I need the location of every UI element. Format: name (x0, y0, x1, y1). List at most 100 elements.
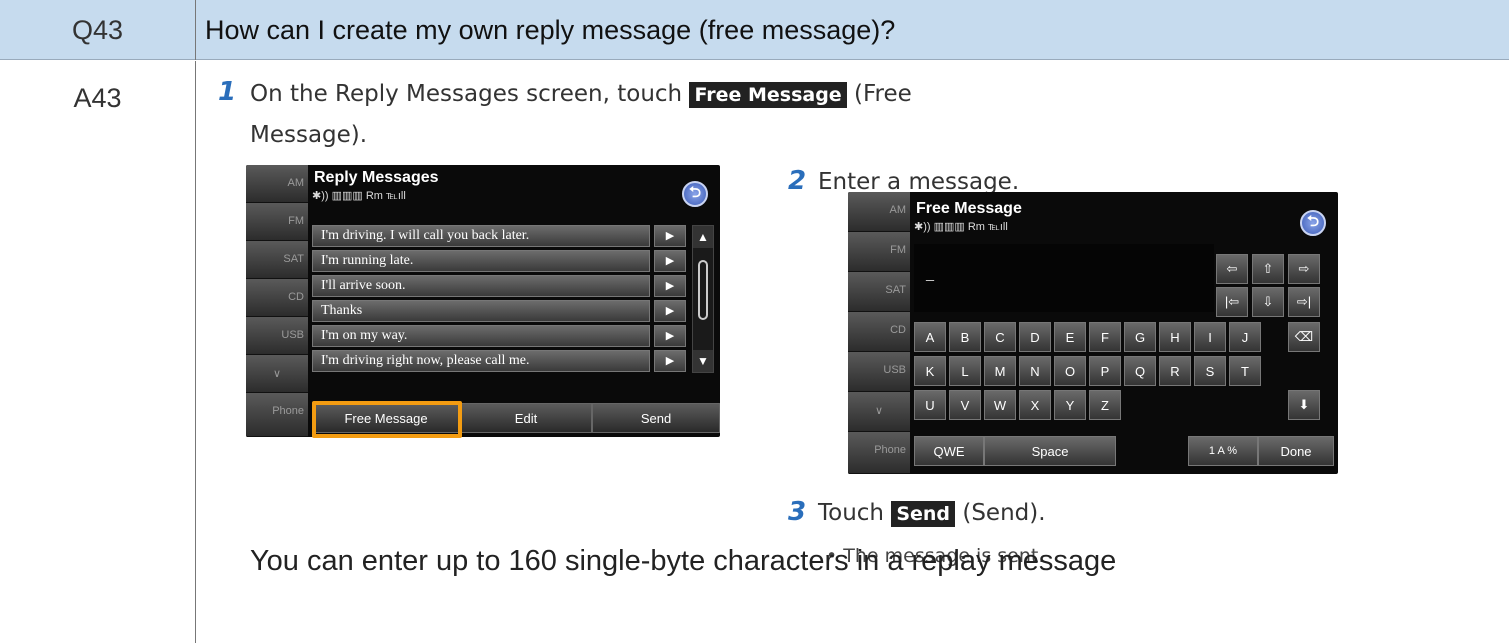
question-number: Q43 (0, 0, 196, 60)
key-e[interactable]: E (1054, 322, 1086, 352)
key-m[interactable]: M (984, 356, 1016, 386)
key-u[interactable]: U (914, 390, 946, 420)
key-f[interactable]: F (1089, 322, 1121, 352)
side-tab-sat[interactable]: SAT (246, 241, 308, 279)
done-button[interactable]: Done (1258, 436, 1334, 466)
cursor-start-icon[interactable]: |⇦ (1216, 287, 1248, 317)
back-icon[interactable]: ⮌ (1300, 210, 1326, 236)
side-tab-cd[interactable]: CD (848, 312, 910, 352)
source-sidebar: AM FM SAT CD USB ∨ Phone (848, 192, 910, 474)
key-s[interactable]: S (1194, 356, 1226, 386)
side-tab-cd[interactable]: CD (246, 279, 308, 317)
side-tab-more-icon[interactable]: ∨ (246, 355, 308, 393)
key-t[interactable]: T (1229, 356, 1261, 386)
step-1-text-after: (Free (854, 81, 912, 107)
cursor-right-icon[interactable]: ⇨ (1288, 254, 1320, 284)
message-item[interactable]: I'll arrive soon. (312, 275, 650, 297)
scroll-thumb[interactable] (698, 260, 708, 320)
side-tab-am[interactable]: AM (246, 165, 308, 203)
key-z[interactable]: Z (1089, 390, 1121, 420)
message-input[interactable]: _ (914, 244, 1214, 312)
scroll-up-icon[interactable]: ▲ (693, 226, 713, 248)
key-k[interactable]: K (914, 356, 946, 386)
play-icon[interactable]: ▶ (654, 225, 686, 247)
side-tab-fm[interactable]: FM (848, 232, 910, 272)
reply-messages-screen: AM FM SAT CD USB ∨ Phone Reply Messages … (246, 165, 720, 437)
qwe-layout-button[interactable]: QWE (914, 436, 984, 466)
scroll-down-icon[interactable]: ▼ (693, 350, 713, 372)
step-3-text-after: (Send). (962, 500, 1046, 526)
step-1-text: On the Reply Messages screen, touch Free… (250, 81, 912, 108)
side-tab-am[interactable]: AM (848, 192, 910, 232)
play-icon[interactable]: ▶ (654, 350, 686, 372)
step-1-text-before: On the Reply Messages screen, touch (250, 81, 683, 107)
key-g[interactable]: G (1124, 322, 1156, 352)
key-o[interactable]: O (1054, 356, 1086, 386)
side-tab-phone[interactable]: Phone (848, 432, 910, 474)
message-item[interactable]: I'm running late. (312, 250, 650, 272)
play-icon[interactable]: ▶ (654, 300, 686, 322)
side-tab-more-icon[interactable]: ∨ (848, 392, 910, 432)
message-item[interactable]: I'm driving. I will call you back later. (312, 225, 650, 247)
key-l[interactable]: L (949, 356, 981, 386)
step-1-number: 1 (218, 77, 237, 107)
play-icon[interactable]: ▶ (654, 275, 686, 297)
key-v[interactable]: V (949, 390, 981, 420)
free-message-screen: AM FM SAT CD USB ∨ Phone Free Message ✱)… (848, 192, 1338, 474)
question-text: How can I create my own reply message (f… (205, 14, 896, 45)
back-icon[interactable]: ⮌ (682, 181, 708, 207)
step-1-chip: Free Message (689, 82, 847, 108)
cursor-up-icon[interactable]: ⇧ (1252, 254, 1284, 284)
key-q[interactable]: Q (1124, 356, 1156, 386)
question-row: Q43 How can I create my own reply messag… (0, 0, 1509, 60)
side-tab-phone[interactable]: Phone (246, 393, 308, 437)
key-i[interactable]: I (1194, 322, 1226, 352)
status-bar: ✱)) ▥▥▥ Rm ℡ıll (914, 221, 1008, 233)
key-x[interactable]: X (1019, 390, 1051, 420)
key-n[interactable]: N (1019, 356, 1051, 386)
key-c[interactable]: C (984, 322, 1016, 352)
step-1-text-line2: Message). (250, 122, 368, 148)
message-item[interactable]: I'm driving right now, please call me. (312, 350, 650, 372)
send-button[interactable]: Send (592, 403, 720, 433)
answer-number: A43 (0, 61, 196, 643)
input-mode-button[interactable]: 1 A % (1188, 436, 1258, 466)
step-3-chip: Send (891, 501, 956, 527)
scrollbar[interactable]: ▲ ▼ (692, 225, 714, 373)
backspace-icon[interactable]: ⌫ (1288, 322, 1320, 352)
cursor-left-icon[interactable]: ⇦ (1216, 254, 1248, 284)
highlight-box (312, 401, 462, 438)
key-w[interactable]: W (984, 390, 1016, 420)
key-b[interactable]: B (949, 322, 981, 352)
edit-button[interactable]: Edit (460, 403, 592, 433)
step-3-text: Touch Send (Send). (818, 500, 1046, 527)
step-2-number: 2 (788, 166, 807, 196)
status-bar: ✱)) ▥▥▥ Rm ℡ıll (312, 190, 406, 202)
message-item[interactable]: Thanks (312, 300, 650, 322)
text-cursor: _ (926, 266, 934, 283)
key-h[interactable]: H (1159, 322, 1191, 352)
step-3-number: 3 (788, 497, 807, 527)
side-tab-usb[interactable]: USB (848, 352, 910, 392)
source-sidebar: AM FM SAT CD USB ∨ Phone (246, 165, 308, 437)
space-button[interactable]: Space (984, 436, 1116, 466)
enter-icon[interactable]: ⬇ (1288, 390, 1320, 420)
key-y[interactable]: Y (1054, 390, 1086, 420)
screen-title: Reply Messages (314, 169, 439, 186)
play-icon[interactable]: ▶ (654, 325, 686, 347)
footnote: You can enter up to 160 single-byte char… (250, 545, 1117, 577)
side-tab-usb[interactable]: USB (246, 317, 308, 355)
key-p[interactable]: P (1089, 356, 1121, 386)
key-a[interactable]: A (914, 322, 946, 352)
key-j[interactable]: J (1229, 322, 1261, 352)
play-icon[interactable]: ▶ (654, 250, 686, 272)
key-d[interactable]: D (1019, 322, 1051, 352)
side-tab-sat[interactable]: SAT (848, 272, 910, 312)
message-item[interactable]: I'm on my way. (312, 325, 650, 347)
cursor-end-icon[interactable]: ⇨| (1288, 287, 1320, 317)
cursor-down-icon[interactable]: ⇩ (1252, 287, 1284, 317)
screen-title: Free Message (916, 200, 1022, 217)
key-r[interactable]: R (1159, 356, 1191, 386)
step-3-text-before: Touch (818, 500, 885, 526)
side-tab-fm[interactable]: FM (246, 203, 308, 241)
